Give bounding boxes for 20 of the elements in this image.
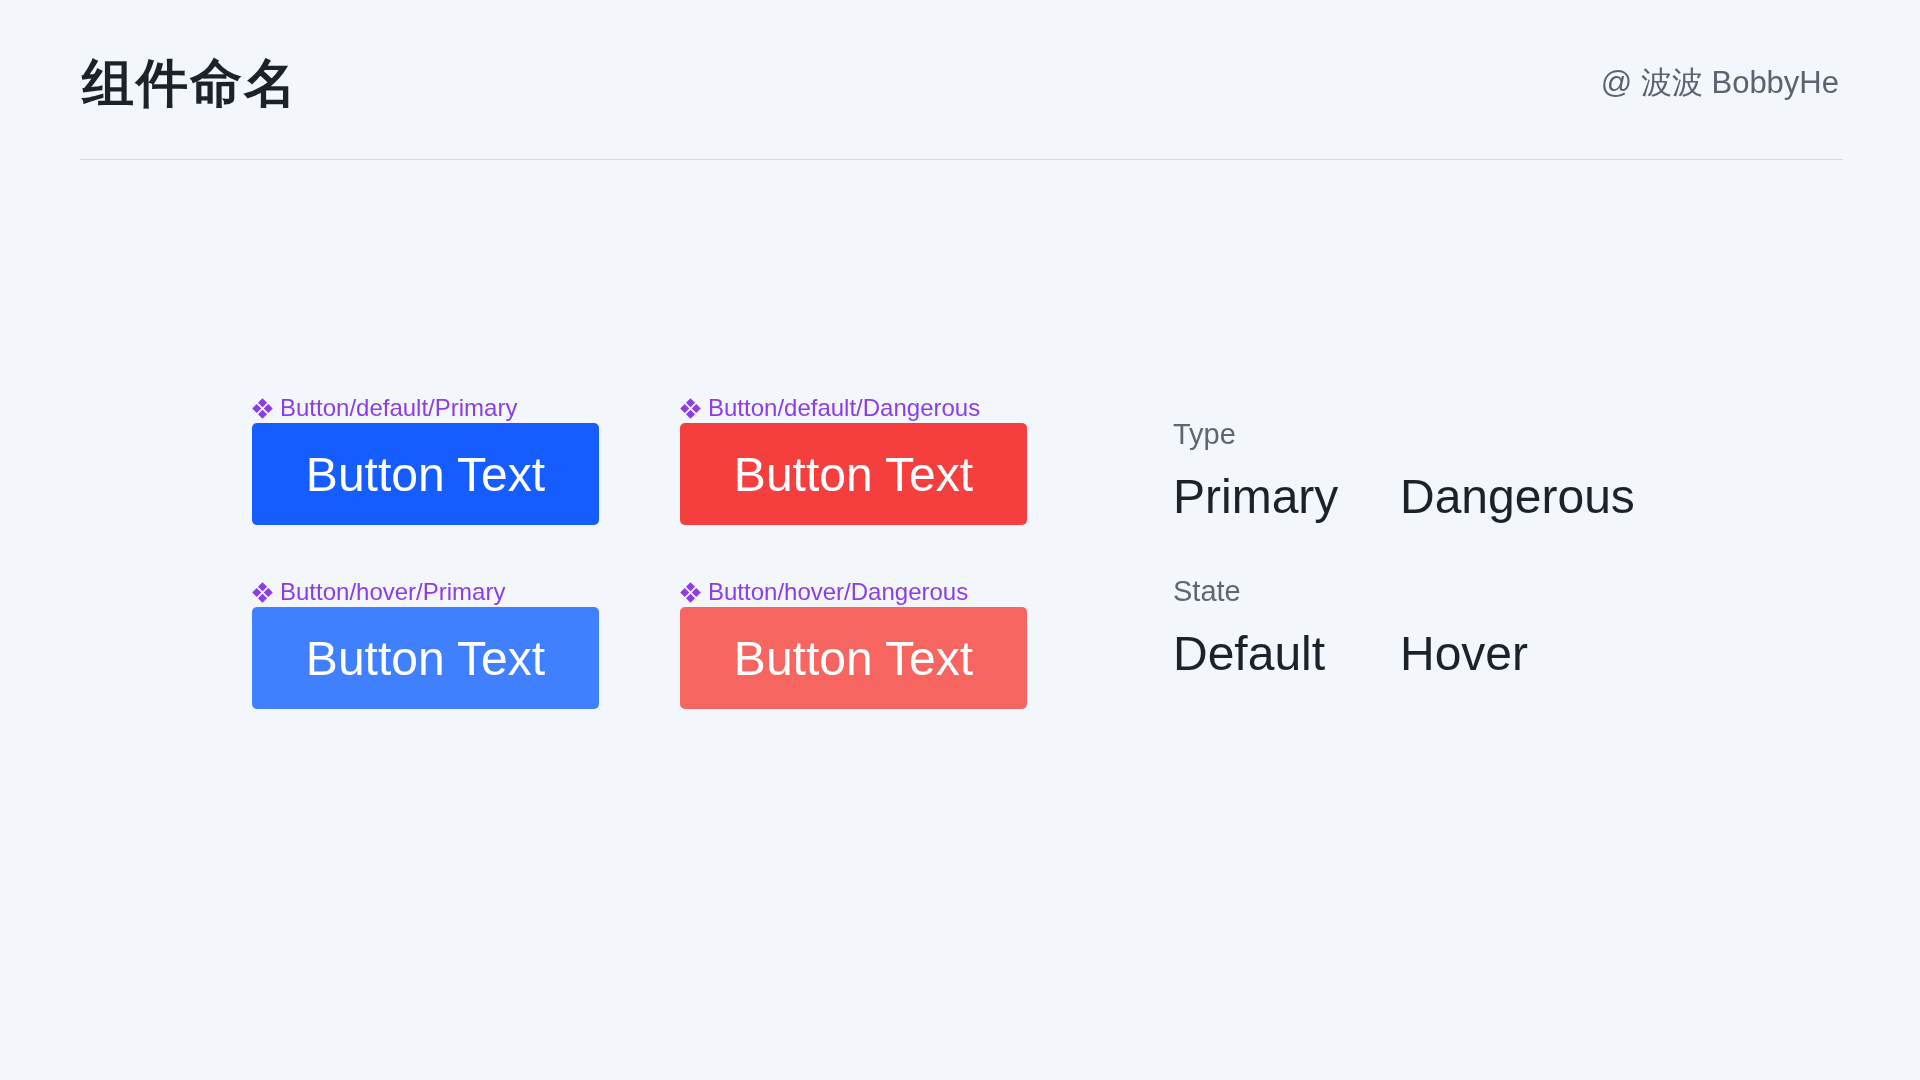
legend-heading: Type	[1173, 417, 1236, 452]
author-credit: @ 波波 BobbyHe	[1600, 63, 1839, 102]
legend-value: Primary	[1173, 469, 1339, 525]
component-icon	[680, 397, 701, 419]
button[interactable]: Button Text	[252, 607, 599, 709]
component-name: Button/hover/Dangerous	[708, 578, 969, 606]
component-name: Button/default/Dangerous	[708, 394, 981, 422]
component-name: Button/hover/Primary	[280, 578, 506, 606]
button[interactable]: Button Text	[680, 607, 1027, 709]
component-icon	[252, 581, 273, 603]
legend-heading: State	[1173, 574, 1241, 609]
component-name: Button/default/Primary	[280, 394, 518, 422]
legend-value: Default	[1173, 626, 1326, 682]
legend-value: Hover	[1400, 626, 1529, 682]
button[interactable]: Button Text	[680, 423, 1027, 525]
component-icon	[252, 397, 273, 419]
page-title: 组件命名	[82, 52, 298, 114]
legend-value: Dangerous	[1400, 469, 1635, 525]
button[interactable]: Button Text	[252, 423, 599, 525]
component-icon	[680, 581, 701, 603]
